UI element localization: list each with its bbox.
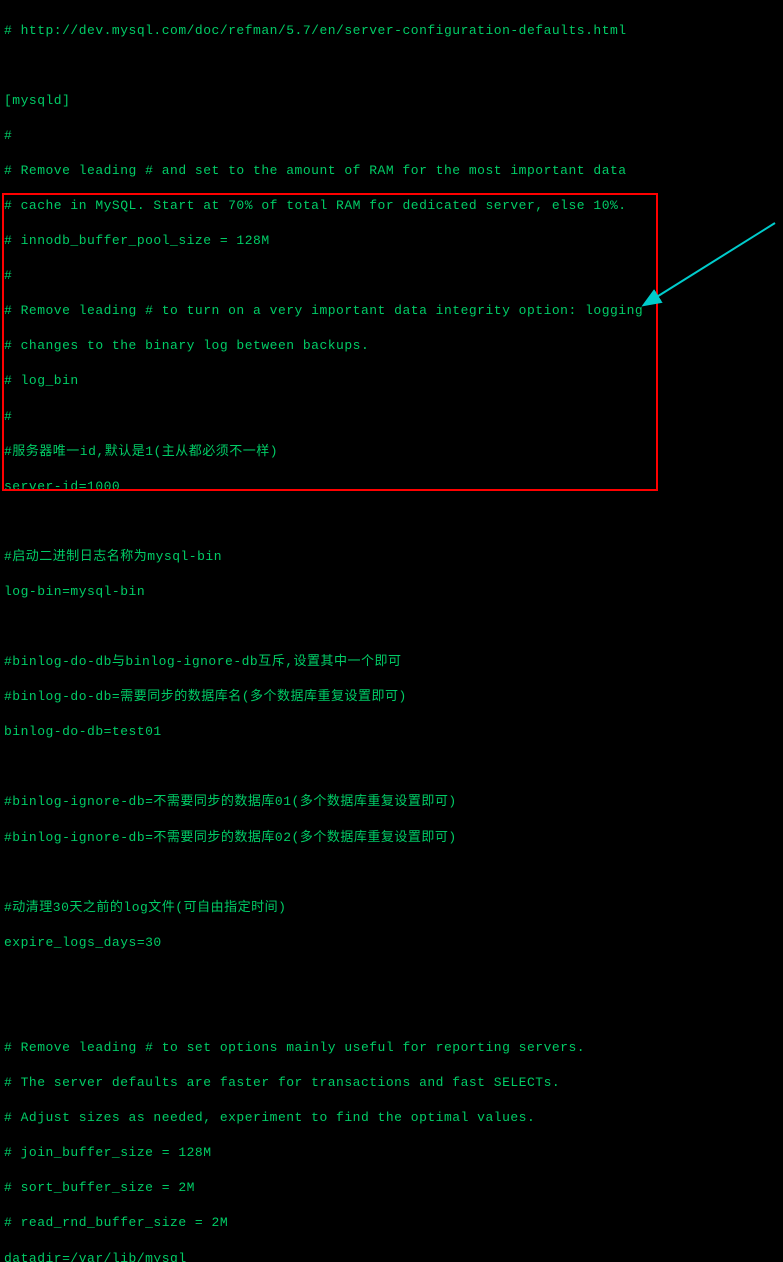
config-line — [4, 969, 779, 987]
config-line: binlog-do-db=test01 — [4, 723, 779, 741]
config-line: # — [4, 127, 779, 145]
config-line: # The server defaults are faster for tra… — [4, 1074, 779, 1092]
config-line: # sort_buffer_size = 2M — [4, 1179, 779, 1197]
config-line: # Remove leading # to set options mainly… — [4, 1039, 779, 1057]
config-line: #服务器唯一id,默认是1(主从都必须不一样) — [4, 443, 779, 461]
config-line: [mysqld] — [4, 92, 779, 110]
config-line: # http://dev.mysql.com/doc/refman/5.7/en… — [4, 22, 779, 40]
config-line: #binlog-ignore-db=不需要同步的数据库01(多个数据库重复设置即… — [4, 793, 779, 811]
config-line — [4, 864, 779, 882]
config-line — [4, 758, 779, 776]
config-line: #binlog-do-db=需要同步的数据库名(多个数据库重复设置即可) — [4, 688, 779, 706]
config-line: server-id=1000 — [4, 478, 779, 496]
config-line: #binlog-ignore-db=不需要同步的数据库02(多个数据库重复设置即… — [4, 829, 779, 847]
config-line: log-bin=mysql-bin — [4, 583, 779, 601]
config-line: # Remove leading # and set to the amount… — [4, 162, 779, 180]
config-line — [4, 57, 779, 75]
config-line: #binlog-do-db与binlog-ignore-db互斥,设置其中一个即… — [4, 653, 779, 671]
config-line — [4, 618, 779, 636]
config-line: # read_rnd_buffer_size = 2M — [4, 1214, 779, 1232]
config-line: # changes to the binary log between back… — [4, 337, 779, 355]
config-line: # join_buffer_size = 128M — [4, 1144, 779, 1162]
config-line: # cache in MySQL. Start at 70% of total … — [4, 197, 779, 215]
config-line: #动清理30天之前的log文件(可自由指定时间) — [4, 899, 779, 917]
config-line: # Adjust sizes as needed, experiment to … — [4, 1109, 779, 1127]
config-line: # innodb_buffer_pool_size = 128M — [4, 232, 779, 250]
config-line: # — [4, 408, 779, 426]
config-line: #启动二进制日志名称为mysql-bin — [4, 548, 779, 566]
config-line — [4, 1004, 779, 1022]
config-line: expire_logs_days=30 — [4, 934, 779, 952]
config-line — [4, 513, 779, 531]
config-line: # — [4, 267, 779, 285]
config-line: datadir=/var/lib/mysql — [4, 1250, 779, 1262]
config-line: # log_bin — [4, 372, 779, 390]
config-line: # Remove leading # to turn on a very imp… — [4, 302, 779, 320]
terminal-output: # http://dev.mysql.com/doc/refman/5.7/en… — [4, 4, 779, 1262]
